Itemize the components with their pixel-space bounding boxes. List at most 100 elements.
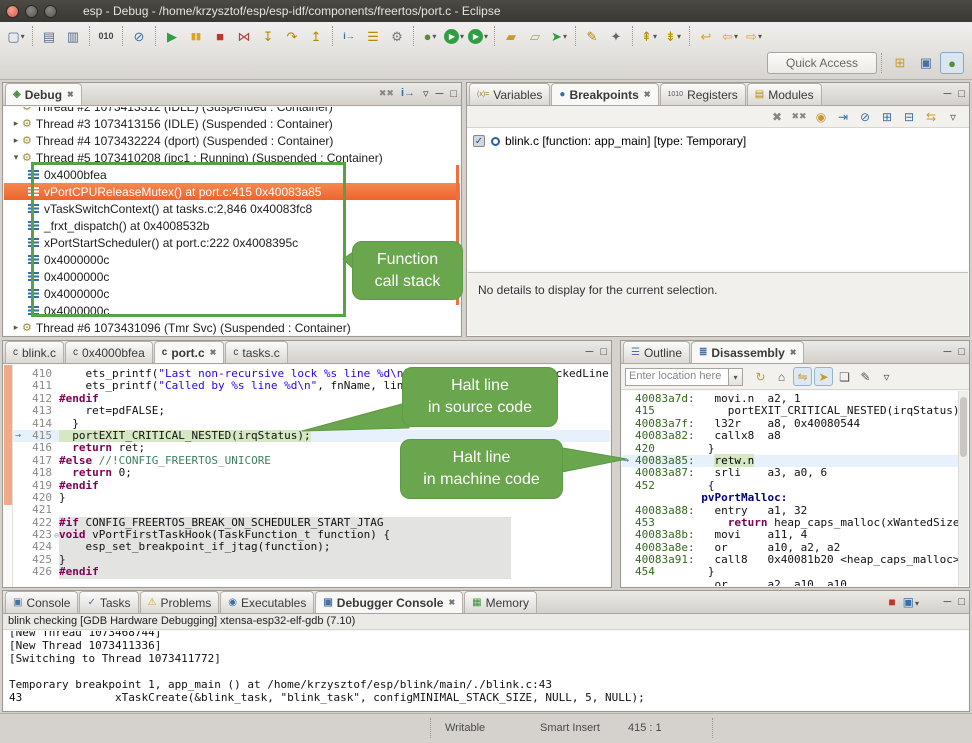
save-all-icon[interactable]: ▥ <box>62 25 84 47</box>
open-new-view-icon[interactable]: ❏ <box>835 367 854 386</box>
disassembly-listing[interactable]: 40083a7d: movi.n a2, 1415 portEXIT_CRITI… <box>622 391 968 586</box>
window-maximize-button[interactable] <box>44 5 57 18</box>
use-step-filters-icon[interactable]: i→ <box>338 25 360 47</box>
save-icon[interactable]: ▤ <box>38 25 60 47</box>
dropdown-arrow-icon[interactable]: ▾ <box>734 32 738 41</box>
run-icon[interactable]: ▶▾ <box>443 25 465 47</box>
tab-console[interactable]: ▣Console <box>5 591 78 613</box>
close-icon[interactable]: ✖ <box>67 90 74 99</box>
next-annotation-icon[interactable]: ⇟▾ <box>662 25 684 47</box>
sync-with-selection-icon[interactable]: ⇋ <box>793 367 812 386</box>
disasm-line[interactable]: or a2, a10, a10 <box>622 579 968 586</box>
stack-frame-row[interactable]: vPortCPUReleaseMutex() at port.c:415 0x4… <box>4 183 460 200</box>
remove-all-terminated-icon[interactable]: ✖✖ <box>379 88 394 99</box>
close-icon[interactable]: ✖ <box>210 348 217 357</box>
skip-all-breakpoints-icon[interactable]: ⊘ <box>855 110 875 124</box>
tree-expander-icon[interactable]: ▸ <box>10 118 22 129</box>
maximize-icon[interactable]: □ <box>600 345 607 359</box>
scrollbar[interactable] <box>958 391 968 586</box>
tab-variables[interactable]: (x)=Variables <box>469 83 550 105</box>
maximize-icon[interactable]: □ <box>958 87 965 101</box>
expand-all-icon[interactable]: ⊞ <box>877 110 897 124</box>
terminate-icon[interactable]: ■ <box>209 25 231 47</box>
tab-executables[interactable]: ◉Executables <box>220 591 314 613</box>
thread-row[interactable]: ▾⚙Thread #5 1073410208 (ipc1 : Running) … <box>4 149 460 166</box>
dropdown-arrow-icon[interactable]: ▾ <box>432 32 436 41</box>
mark-occurrences-icon[interactable]: ✎ <box>581 25 603 47</box>
tab-disassembly[interactable]: ≣Disassembly✖ <box>691 341 804 363</box>
thread-row[interactable]: ▸⚙Thread #6 1073431096 (Tmr Svc) (Suspen… <box>4 319 460 335</box>
tree-expander-icon[interactable]: ▾ <box>10 152 22 163</box>
refresh-icon[interactable]: ↻ <box>751 367 770 386</box>
profile-icon[interactable]: ▶▾ <box>467 25 489 47</box>
stack-frame-row[interactable]: vTaskSwitchContext() at tasks.c:2,846 0x… <box>4 200 460 217</box>
search-icon[interactable]: ✦ <box>605 25 627 47</box>
external-tools-icon[interactable]: ➤▾ <box>548 25 570 47</box>
breakpoint-checkbox[interactable]: ✓ <box>473 135 485 147</box>
dropdown-arrow-icon[interactable]: ▾ <box>484 32 488 41</box>
dropdown-arrow-icon[interactable]: ▾ <box>21 32 25 41</box>
step-into-icon[interactable]: ↧ <box>257 25 279 47</box>
minimize-icon[interactable]: ─ <box>436 87 444 101</box>
minimize-icon[interactable]: ─ <box>944 87 952 101</box>
tab-memory[interactable]: ▦Memory <box>464 591 537 613</box>
tab-breakpoints[interactable]: ●Breakpoints✖ <box>551 83 658 105</box>
tree-expander-icon[interactable]: ▸ <box>10 322 22 333</box>
skip-all-breakpoints-icon[interactable]: ⊘ <box>128 25 150 47</box>
disconnect-icon[interactable]: ⋈ <box>233 25 255 47</box>
open-perspective-icon[interactable]: ⊞ <box>888 52 912 74</box>
terminate-console-icon[interactable]: ■ <box>888 595 895 609</box>
remove-all-breakpoints-icon[interactable]: ✖✖ <box>789 111 809 122</box>
maximize-icon[interactable]: □ <box>450 87 457 101</box>
previous-annotation-icon[interactable]: ⇞▾ <box>638 25 660 47</box>
close-icon[interactable]: ✖ <box>644 90 651 99</box>
show-breakpoints-supported-icon[interactable]: ◉ <box>811 110 831 124</box>
home-icon[interactable]: ⌂ <box>772 367 791 386</box>
window-minimize-button[interactable] <box>25 5 38 18</box>
step-return-icon[interactable]: ↥ <box>305 25 327 47</box>
debug-icon[interactable]: ●▾ <box>419 25 441 47</box>
tab-registers[interactable]: 1010Registers <box>660 83 746 105</box>
debug-perspective-button[interactable]: ● <box>940 52 964 74</box>
stack-frame-row[interactable]: 0x4000000c <box>4 302 460 319</box>
open-element-icon[interactable]: ▱ <box>524 25 546 47</box>
dropdown-arrow-icon[interactable]: ▾ <box>653 32 657 41</box>
thread-row[interactable]: ⚙Thread #2 1073413312 (IDLE) (Suspended … <box>4 107 460 115</box>
maximize-icon[interactable]: □ <box>958 345 965 359</box>
minimize-icon[interactable]: ─ <box>944 345 952 359</box>
window-close-button[interactable] <box>6 5 19 18</box>
tree-expander-icon[interactable]: ▸ <box>10 135 22 146</box>
tab-debug[interactable]: ◈ Debug ✖ <box>5 83 82 105</box>
view-menu-icon[interactable]: ▿ <box>423 87 429 101</box>
minimize-icon[interactable]: ─ <box>944 595 952 609</box>
go-to-file-icon[interactable]: ⇥ <box>833 110 853 124</box>
resume-icon[interactable]: ▶ <box>161 25 183 47</box>
follow-execution-icon[interactable]: ➤ <box>814 367 833 386</box>
pin-view-icon[interactable]: ✎ <box>856 367 875 386</box>
location-input[interactable]: Enter location here <box>625 368 729 386</box>
tab-port-c[interactable]: cport.c✖ <box>154 341 225 363</box>
back-icon[interactable]: ⇦▾ <box>719 25 741 47</box>
location-dropdown-icon[interactable]: ▾ <box>729 368 743 386</box>
minimize-icon[interactable]: ─ <box>586 345 594 359</box>
tab-blink-c[interactable]: cblink.c <box>5 341 64 363</box>
tab-debugger-console[interactable]: ▣Debugger Console✖ <box>315 591 463 613</box>
cpp-perspective-button[interactable]: ▣ <box>914 52 938 74</box>
thread-row[interactable]: ▸⚙Thread #3 1073413156 (IDLE) (Suspended… <box>4 115 460 132</box>
quick-access-field[interactable]: Quick Access <box>767 52 877 74</box>
maximize-icon[interactable]: □ <box>958 595 965 609</box>
collapse-all-icon[interactable]: ⊟ <box>899 110 919 124</box>
remove-selected-breakpoints-icon[interactable]: ✖ <box>767 110 787 124</box>
forward-icon[interactable]: ⇨▾ <box>743 25 765 47</box>
thread-row[interactable]: ▸⚙Thread #4 1073432224 (dport) (Suspende… <box>4 132 460 149</box>
view-menu-icon[interactable]: ▿ <box>943 110 963 124</box>
tab-problems[interactable]: ⚠Problems <box>140 591 220 613</box>
tab-0x4000bfea[interactable]: c0x4000bfea <box>65 341 153 363</box>
stack-frame-row[interactable]: 0x4000bfea <box>4 166 460 183</box>
new-wizard-icon[interactable]: ▢▾ <box>5 25 27 47</box>
new-project-icon[interactable]: ▰ <box>500 25 522 47</box>
binary-view-icon[interactable]: 010 <box>95 25 117 47</box>
breakpoint-row[interactable]: ✓ blink.c [function: app_main] [type: Te… <box>467 132 969 150</box>
code-line[interactable]: 424 esp_set_breakpoint_if_jtag(function)… <box>13 541 610 553</box>
last-edit-location-icon[interactable]: ↩ <box>695 25 717 47</box>
